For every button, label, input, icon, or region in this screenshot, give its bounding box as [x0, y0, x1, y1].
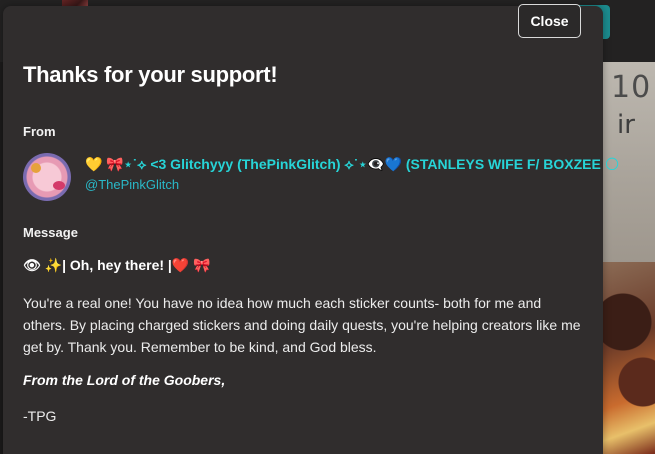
message-signoff: From the Lord of the Goobers, [23, 372, 226, 388]
avatar-detail [53, 181, 65, 190]
close-button[interactable]: Close [518, 4, 581, 38]
message-heading: 👁 ✨| Oh, hey there! |❤️ 🎀 [23, 257, 211, 273]
support-modal: Close Thanks for your support! From 💛 🎀⋆… [3, 4, 619, 454]
message-signature: -TPG [23, 408, 57, 424]
background-panel-text-top: 10 [611, 70, 652, 105]
message-label: Message [23, 225, 78, 240]
avatar-detail [31, 163, 41, 173]
modal-title: Thanks for your support! [23, 62, 278, 87]
screen: 10 ir Close Thanks for your support! Fro… [0, 0, 655, 454]
sender-avatar[interactable] [23, 153, 71, 201]
background-artwork [603, 262, 655, 454]
sender-handle[interactable]: @ThePinkGlitch [85, 177, 179, 192]
message-body: You're a real one! You have no idea how … [23, 295, 581, 355]
from-label: From [23, 124, 56, 139]
sender-display-name[interactable]: 💛 🎀⋆˙⟡ <3 Glitchyyy (ThePinkGlitch) ⟡˙⋆👁… [85, 156, 619, 173]
background-panel-text-mid: ir [617, 110, 635, 140]
background-image-panel: 10 ir [603, 62, 655, 454]
